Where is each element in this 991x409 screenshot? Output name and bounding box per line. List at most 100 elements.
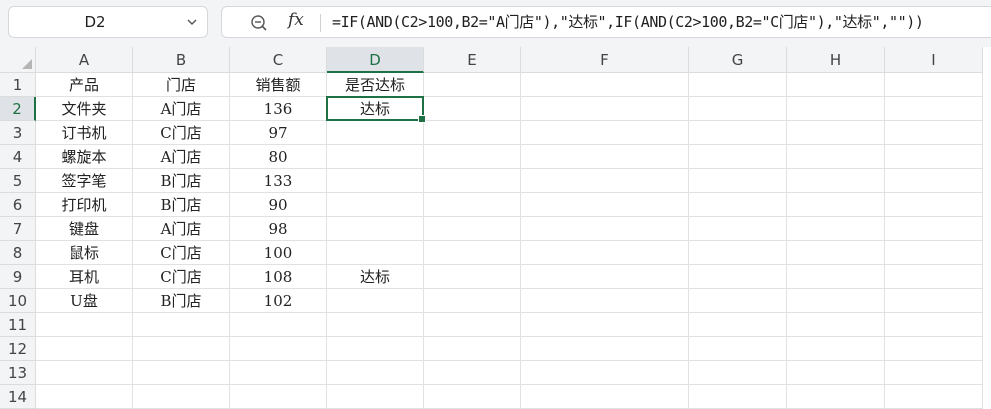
cell-b8[interactable]: C门店 (133, 241, 230, 265)
cell-b11[interactable] (133, 313, 230, 337)
cell-i1[interactable] (885, 73, 983, 97)
cell-g11[interactable] (689, 313, 787, 337)
cell-c7[interactable]: 98 (230, 217, 327, 241)
cell-c12[interactable] (230, 337, 327, 361)
cell-f10[interactable] (521, 289, 689, 313)
cell-h14[interactable] (787, 385, 885, 409)
cell-h7[interactable] (787, 217, 885, 241)
row-header-8[interactable]: 8 (0, 241, 36, 265)
cell-f5[interactable] (521, 169, 689, 193)
cell-g7[interactable] (689, 217, 787, 241)
cell-b1[interactable]: 门店 (133, 73, 230, 97)
cell-a11[interactable] (36, 313, 133, 337)
cell-f8[interactable] (521, 241, 689, 265)
row-header-6[interactable]: 6 (0, 193, 36, 217)
cell-d10[interactable] (327, 289, 424, 313)
cell-f13[interactable] (521, 361, 689, 385)
cell-b7[interactable]: A门店 (133, 217, 230, 241)
select-all-corner[interactable] (0, 47, 36, 73)
cell-b6[interactable]: B门店 (133, 193, 230, 217)
cell-h4[interactable] (787, 145, 885, 169)
row-header-13[interactable]: 13 (0, 361, 36, 385)
row-header-1[interactable]: 1 (0, 73, 36, 97)
cell-a2[interactable]: 文件夹 (36, 97, 133, 121)
cell-f11[interactable] (521, 313, 689, 337)
row-header-2[interactable]: 2 (0, 97, 36, 121)
cell-a13[interactable] (36, 361, 133, 385)
cell-c11[interactable] (230, 313, 327, 337)
cell-h2[interactable] (787, 97, 885, 121)
cell-h11[interactable] (787, 313, 885, 337)
cell-c1[interactable]: 销售额 (230, 73, 327, 97)
row-header-9[interactable]: 9 (0, 265, 36, 289)
row-header-3[interactable]: 3 (0, 121, 36, 145)
cell-h13[interactable] (787, 361, 885, 385)
cell-f2[interactable] (521, 97, 689, 121)
cell-a10[interactable]: U盘 (36, 289, 133, 313)
cell-d13[interactable] (327, 361, 424, 385)
cell-f12[interactable] (521, 337, 689, 361)
cell-h8[interactable] (787, 241, 885, 265)
row-header-4[interactable]: 4 (0, 145, 36, 169)
cell-e7[interactable] (424, 217, 521, 241)
cell-i14[interactable] (885, 385, 983, 409)
name-box[interactable]: D2 (8, 6, 208, 38)
cell-b5[interactable]: B门店 (133, 169, 230, 193)
cell-d5[interactable] (327, 169, 424, 193)
cell-h1[interactable] (787, 73, 885, 97)
cell-h6[interactable] (787, 193, 885, 217)
cell-f1[interactable] (521, 73, 689, 97)
cell-a1[interactable]: 产品 (36, 73, 133, 97)
cell-f4[interactable] (521, 145, 689, 169)
column-header-b[interactable]: B (133, 47, 230, 73)
cell-d3[interactable] (327, 121, 424, 145)
cell-i2[interactable] (885, 97, 983, 121)
cell-a9[interactable]: 耳机 (36, 265, 133, 289)
cell-g2[interactable] (689, 97, 787, 121)
cell-b3[interactable]: C门店 (133, 121, 230, 145)
cell-b9[interactable]: C门店 (133, 265, 230, 289)
cell-d6[interactable] (327, 193, 424, 217)
cell-f7[interactable] (521, 217, 689, 241)
cell-i5[interactable] (885, 169, 983, 193)
cell-c8[interactable]: 100 (230, 241, 327, 265)
formula-input[interactable]: =IF(AND(C2>100,B2="A门店"),"达标",IF(AND(C2>… (332, 7, 924, 37)
cell-h3[interactable] (787, 121, 885, 145)
fx-icon[interactable]: fx (288, 10, 304, 30)
cell-g14[interactable] (689, 385, 787, 409)
cell-f3[interactable] (521, 121, 689, 145)
cell-b10[interactable]: B门店 (133, 289, 230, 313)
cell-e9[interactable] (424, 265, 521, 289)
cell-i7[interactable] (885, 217, 983, 241)
cell-c3[interactable]: 97 (230, 121, 327, 145)
cell-a12[interactable] (36, 337, 133, 361)
cell-c14[interactable] (230, 385, 327, 409)
cell-e11[interactable] (424, 313, 521, 337)
cell-b2[interactable]: A门店 (133, 97, 230, 121)
column-header-c[interactable]: C (230, 47, 327, 73)
cell-f14[interactable] (521, 385, 689, 409)
cell-g12[interactable] (689, 337, 787, 361)
cell-e6[interactable] (424, 193, 521, 217)
column-header-i[interactable]: I (885, 47, 983, 73)
cell-i13[interactable] (885, 361, 983, 385)
cell-d9[interactable]: 达标 (327, 265, 424, 289)
cell-g9[interactable] (689, 265, 787, 289)
cell-i8[interactable] (885, 241, 983, 265)
cell-h12[interactable] (787, 337, 885, 361)
column-header-h[interactable]: H (787, 47, 885, 73)
cell-h5[interactable] (787, 169, 885, 193)
row-header-14[interactable]: 14 (0, 385, 36, 409)
cell-c9[interactable]: 108 (230, 265, 327, 289)
cell-a5[interactable]: 签字笔 (36, 169, 133, 193)
cell-a7[interactable]: 键盘 (36, 217, 133, 241)
row-header-5[interactable]: 5 (0, 169, 36, 193)
cell-a8[interactable]: 鼠标 (36, 241, 133, 265)
cell-i3[interactable] (885, 121, 983, 145)
cell-c4[interactable]: 80 (230, 145, 327, 169)
cell-i6[interactable] (885, 193, 983, 217)
cell-c10[interactable]: 102 (230, 289, 327, 313)
row-header-10[interactable]: 10 (0, 289, 36, 313)
cell-i9[interactable] (885, 265, 983, 289)
cell-a3[interactable]: 订书机 (36, 121, 133, 145)
